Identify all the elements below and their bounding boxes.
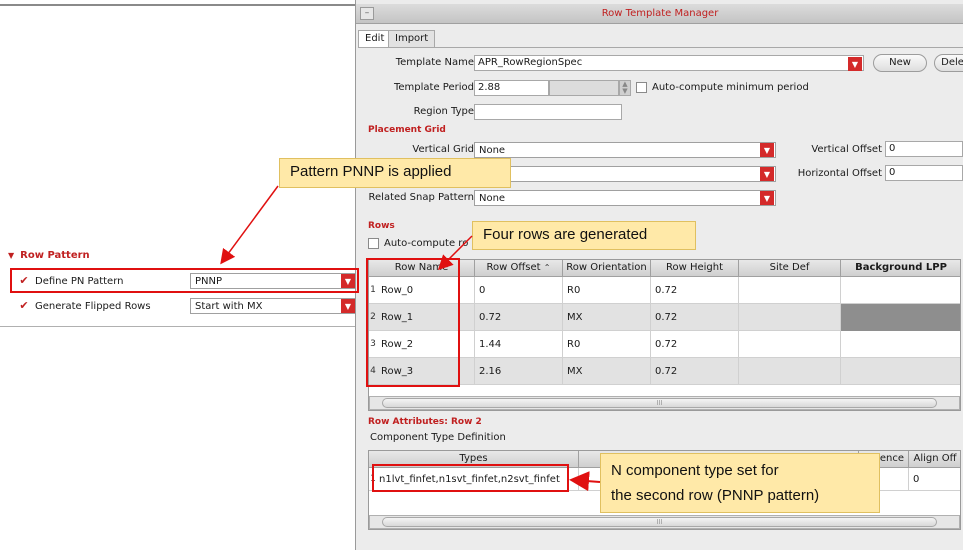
background-lpp-cell[interactable] (841, 277, 960, 304)
site-def-cell[interactable] (739, 304, 841, 331)
vertical-offset-input[interactable]: 0 (885, 141, 963, 157)
row-height-cell[interactable]: 0.72 (651, 331, 739, 358)
horizontal-offset-value: 0 (889, 167, 896, 178)
template-period-value: 2.88 (478, 82, 501, 93)
related-snap-value: None (479, 192, 506, 204)
background-lpp-cell[interactable] (841, 358, 960, 385)
auto-period-label: Auto-compute minimum period (652, 82, 809, 93)
region-type-label: Region Type (413, 106, 474, 117)
delete-button[interactable]: Delet (934, 54, 963, 72)
row-pattern-header[interactable]: ▼ Row Pattern (8, 250, 90, 261)
template-period-label: Template Period (394, 82, 474, 93)
site-def-cell[interactable] (739, 358, 841, 385)
row-orientation-cell[interactable]: MX (563, 304, 651, 331)
row-height-cell[interactable]: 0.72 (651, 277, 739, 304)
col-header-row-offset[interactable]: Row Offset ⌃ (475, 260, 563, 277)
template-name-label: Template Name (395, 57, 474, 68)
site-def-cell[interactable] (739, 277, 841, 304)
row-offset-cell[interactable]: 0 (475, 277, 563, 304)
template-name-select[interactable]: APR_RowRegionSpec (474, 55, 864, 71)
horizontal-scrollbar[interactable]: III (369, 515, 960, 529)
row-offset-cell[interactable]: 2.16 (475, 358, 563, 385)
tab-import[interactable]: Import (388, 30, 436, 48)
align-offset-cell[interactable]: 0 (909, 468, 960, 491)
col-header-row-height[interactable]: Row Height (651, 260, 739, 277)
vertical-grid-value: None (479, 144, 506, 156)
row-height-cell[interactable]: 0.72 (651, 304, 739, 331)
row-offset-cell[interactable]: 1.44 (475, 331, 563, 358)
template-period-input[interactable]: 2.88 (474, 80, 549, 96)
rows-header: Rows (368, 221, 395, 231)
scrollbar-thumb[interactable]: III (382, 398, 937, 408)
divider (0, 4, 355, 6)
divider (0, 326, 358, 327)
vertical-offset-label: Vertical Offset (811, 144, 882, 155)
dropdown-arrow-icon[interactable]: ▼ (341, 299, 355, 313)
placement-grid-header: Placement Grid (368, 125, 446, 135)
flipped-rows-select[interactable]: Start with MX ▼ (190, 298, 357, 314)
row-offset-cell[interactable]: 0.72 (475, 304, 563, 331)
scrollbar-thumb[interactable]: III (382, 517, 937, 527)
row-orientation-cell[interactable]: R0 (563, 277, 651, 304)
highlight-box (372, 464, 569, 492)
dropdown-arrow-icon[interactable]: ▼ (760, 143, 774, 157)
dropdown-arrow-icon[interactable]: ▼ (760, 191, 774, 205)
checkmark-icon[interactable]: ✔ (18, 300, 30, 312)
sort-ascending-icon: ⌃ (543, 263, 551, 272)
row-orientation-cell[interactable]: R0 (563, 331, 651, 358)
col-header-background-lpp[interactable]: Background LPP (841, 260, 960, 277)
tab-edit[interactable]: Edit (358, 30, 392, 48)
row-orientation-cell[interactable]: MX (563, 358, 651, 385)
row-height-cell[interactable]: 0.72 (651, 358, 739, 385)
period-spinner[interactable] (549, 80, 619, 96)
related-snap-label: Related Snap Pattern (368, 192, 474, 203)
template-name-value: APR_RowRegionSpec (478, 57, 583, 68)
auto-period-option[interactable]: Auto-compute minimum period (636, 82, 809, 93)
highlight-box (10, 268, 359, 293)
collapse-triangle-icon[interactable]: ▼ (8, 251, 14, 260)
title-bar: – Row Template Manager (356, 4, 963, 24)
checkbox[interactable] (636, 82, 647, 93)
flipped-rows-label: Generate Flipped Rows (35, 300, 151, 312)
horizontal-offset-label: Horizontal Offset (797, 168, 882, 179)
vertical-grid-select[interactable]: None ▼ (474, 142, 776, 158)
callout-n-component: N component type set for the second row … (600, 453, 880, 513)
background-lpp-cell[interactable] (841, 304, 960, 331)
horizontal-offset-input[interactable]: 0 (885, 165, 963, 181)
region-type-input[interactable] (474, 104, 622, 120)
row-attributes-header: Row Attributes: Row 2 (368, 417, 482, 427)
callout-rows-generated: Four rows are generated (472, 221, 696, 250)
component-type-definition-label: Component Type Definition (370, 432, 506, 443)
highlight-box (366, 258, 460, 387)
vertical-offset-value: 0 (889, 143, 896, 154)
related-snap-select[interactable]: None ▼ (474, 190, 776, 206)
callout-line: the second row (PNNP pattern) (611, 487, 820, 504)
row-pattern-title: Row Pattern (20, 250, 90, 261)
col-header-site-def[interactable]: Site Def (739, 260, 841, 277)
spinner-arrows-icon[interactable]: ▲ ▼ (619, 80, 631, 96)
new-button[interactable]: New (873, 54, 927, 72)
background-lpp-cell[interactable] (841, 331, 960, 358)
callout-line: N component type set for (611, 462, 779, 479)
checkbox[interactable] (368, 238, 379, 249)
col-header-align-offset[interactable]: Align Off (909, 451, 960, 468)
callout-pattern-applied: Pattern PNNP is applied (279, 158, 511, 188)
col-header-row-orientation[interactable]: Row Orientation (563, 260, 651, 277)
dropdown-arrow-icon[interactable]: ▼ (848, 57, 862, 71)
template-name-dropdown[interactable]: ▼ (848, 56, 864, 72)
site-def-cell[interactable] (739, 331, 841, 358)
auto-compute-rows-label: Auto-compute ro (384, 238, 469, 249)
window-title: Row Template Manager (601, 8, 719, 19)
vertical-grid-label: Vertical Grid (412, 144, 474, 155)
dropdown-arrow-icon[interactable]: ▼ (760, 167, 774, 181)
auto-compute-rows-option[interactable]: Auto-compute ro (368, 238, 468, 249)
horizontal-scrollbar[interactable]: III (369, 396, 960, 410)
flipped-rows-row: ✔ Generate Flipped Rows (18, 298, 151, 314)
flipped-rows-value: Start with MX (195, 300, 263, 312)
horizontal-grid-select[interactable]: ▼ (474, 166, 776, 182)
